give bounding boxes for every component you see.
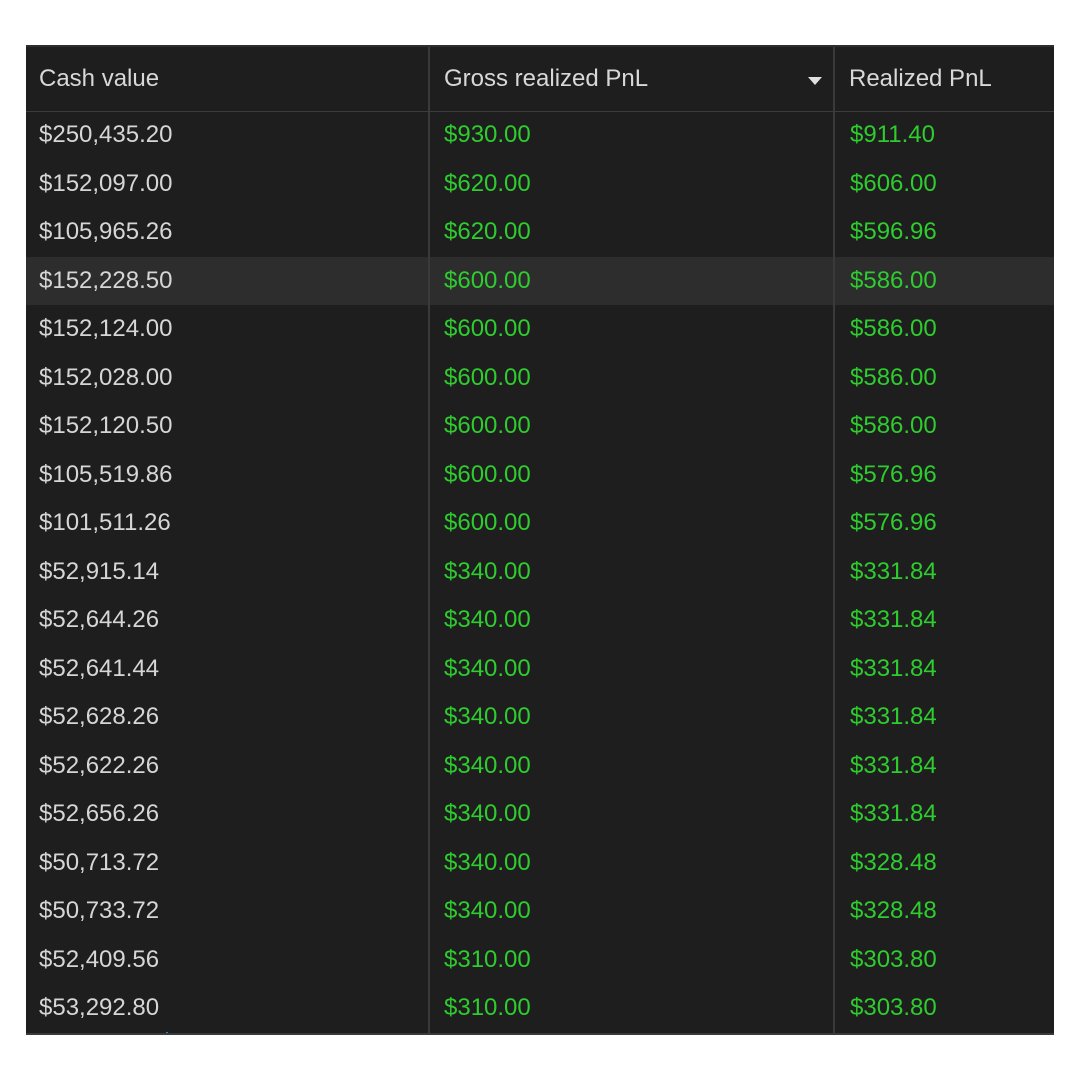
table-row[interactable]: $53,292.80 $310.00 $303.80 <box>26 984 1054 1033</box>
table-row[interactable]: $152,124.00 $600.00 $586.00 <box>26 305 1054 354</box>
cash-value-cell: $50,713.72 <box>39 848 160 876</box>
gross-realized-pnl-cell: $340.00 <box>444 897 531 924</box>
cash-value-cell: $152,124.00 <box>39 315 173 342</box>
realized-pnl-cell: $596.96 <box>850 218 937 245</box>
cash-value-cell: $105,519.86 <box>39 460 173 488</box>
realized-pnl-cell: $576.96 <box>850 509 937 536</box>
column-divider[interactable] <box>833 111 835 1033</box>
cash-value-cell: $53,292.80 <box>39 994 160 1021</box>
table-header: Cash value Gross realized PnL Realized P… <box>26 47 1054 112</box>
realized-pnl-cell: $331.84 <box>850 751 937 779</box>
realized-pnl-cell: $606.00 <box>850 169 937 197</box>
table-row[interactable]: $52,656.26 $340.00 $331.84 <box>26 790 1054 839</box>
cash-value-cell: $152,120.50 <box>39 412 173 439</box>
gross-realized-pnl-cell: $600.00 <box>444 363 531 391</box>
realized-pnl-cell: $586.00 <box>850 363 937 391</box>
realized-pnl-cell: $586.00 <box>850 315 937 342</box>
column-header-gross-realized-pnl[interactable]: Gross realized PnL <box>428 47 833 111</box>
cash-value-cell: $52,915.14 <box>39 557 160 585</box>
table-row[interactable]: $101,511.26 $600.00 $576.96 <box>26 499 1054 548</box>
table-row[interactable]: $105,519.86 $600.00 $576.96 <box>26 451 1054 500</box>
pnl-table: Cash value Gross realized PnL Realized P… <box>26 45 1054 1035</box>
table-row[interactable]: $52,622.26 $340.00 $331.84 <box>26 742 1054 791</box>
table-body: $250,435.20 $930.00 $911.40 $152,097.00 $620… <box>26 111 1054 1033</box>
table-row[interactable]: $250,435.20 $930.00 $911.40 <box>26 111 1054 160</box>
column-header-label: Gross realized PnL <box>444 65 649 92</box>
column-header-label: Realized PnL <box>849 65 992 92</box>
gross-realized-pnl-cell: $600.00 <box>444 460 531 488</box>
gross-realized-pnl-cell: $620.00 <box>444 169 531 197</box>
realized-pnl-cell: $331.84 <box>850 800 937 827</box>
gross-realized-pnl-cell: $340.00 <box>444 703 531 730</box>
realized-pnl-cell: $576.96 <box>850 460 937 488</box>
table-row[interactable]: $50,733.72 $340.00 $328.48 <box>26 887 1054 936</box>
realized-pnl-cell: $586.00 <box>850 412 937 439</box>
gross-realized-pnl-cell: $310.00 <box>444 994 531 1021</box>
table-row[interactable]: $152,120.50 $600.00 $586.00 <box>26 402 1054 451</box>
cash-value-cell: $152,228.50 <box>39 266 173 294</box>
realized-pnl-cell: $586.00 <box>850 266 937 294</box>
gross-realized-pnl-cell: $930.00 <box>444 121 531 148</box>
realized-pnl-cell: $328.48 <box>850 848 937 876</box>
gross-realized-pnl-cell: $340.00 <box>444 848 531 876</box>
cash-value-cell: $50,733.72 <box>39 897 160 924</box>
cash-value-cell: $52,656.26 <box>39 800 160 827</box>
column-header-cash-value[interactable]: Cash value <box>26 47 428 111</box>
cash-value-cell: $52,641.44 <box>39 654 160 682</box>
gross-realized-pnl-cell: $340.00 <box>444 557 531 585</box>
gross-realized-pnl-cell: $340.00 <box>444 800 531 827</box>
column-header-realized-pnl[interactable]: Realized PnL <box>833 47 1054 111</box>
realized-pnl-cell: $303.80 <box>850 994 937 1021</box>
cash-value-cell: $152,028.00 <box>39 363 173 391</box>
cash-value-cell: $52,628.26 <box>39 703 160 730</box>
gross-realized-pnl-cell: $600.00 <box>444 509 531 536</box>
resize-indicator <box>166 1032 168 1033</box>
realized-pnl-cell: $303.80 <box>850 945 937 973</box>
cash-value-cell: $101,511.26 <box>39 509 171 536</box>
table-row[interactable]: $52,409.56 $310.00 $303.80 <box>26 936 1054 985</box>
realized-pnl-cell: $331.84 <box>850 606 937 633</box>
table-row[interactable]: $52,628.26 $340.00 $331.84 <box>26 693 1054 742</box>
cash-value-cell: $52,644.26 <box>39 606 160 633</box>
gross-realized-pnl-cell: $600.00 <box>444 412 531 439</box>
gross-realized-pnl-cell: $340.00 <box>444 654 531 682</box>
gross-realized-pnl-cell: $340.00 <box>444 751 531 779</box>
table-row[interactable]: $105,965.26 $620.00 $596.96 <box>26 208 1054 257</box>
gross-realized-pnl-cell: $340.00 <box>444 606 531 633</box>
table-row[interactable]: $52,644.26 $340.00 $331.84 <box>26 596 1054 645</box>
chevron-down-icon[interactable] <box>808 77 822 85</box>
cash-value-cell: $52,622.26 <box>39 751 160 779</box>
realized-pnl-cell: $331.84 <box>850 654 937 682</box>
table-row[interactable]: $152,097.00 $620.00 $606.00 <box>26 160 1054 209</box>
table-row[interactable]: $50,713.72 $340.00 $328.48 <box>26 839 1054 888</box>
realized-pnl-cell: $331.84 <box>850 703 937 730</box>
gross-realized-pnl-cell: $620.00 <box>444 218 531 245</box>
cash-value-cell: $152,097.00 <box>39 169 173 197</box>
realized-pnl-cell: $328.48 <box>850 897 937 924</box>
cash-value-cell: $52,409.56 <box>39 945 160 973</box>
table-row[interactable]: $152,228.50 $600.00 $586.00 <box>26 256 1054 305</box>
column-header-label: Cash value <box>39 65 160 92</box>
column-divider[interactable] <box>428 111 430 1033</box>
cash-value-cell: $250,435.20 <box>39 121 173 148</box>
realized-pnl-cell: $911.40 <box>850 121 935 148</box>
gross-realized-pnl-cell: $600.00 <box>444 266 531 294</box>
gross-realized-pnl-cell: $310.00 <box>444 945 531 973</box>
table-row[interactable]: $52,641.44 $340.00 $331.84 <box>26 645 1054 694</box>
table-row[interactable]: $152,028.00 $600.00 $586.00 <box>26 354 1054 403</box>
gross-realized-pnl-cell: $600.00 <box>444 315 531 342</box>
cash-value-cell: $105,965.26 <box>39 218 173 245</box>
realized-pnl-cell: $331.84 <box>850 557 937 585</box>
table-row[interactable]: $52,915.14 $340.00 $331.84 <box>26 548 1054 597</box>
